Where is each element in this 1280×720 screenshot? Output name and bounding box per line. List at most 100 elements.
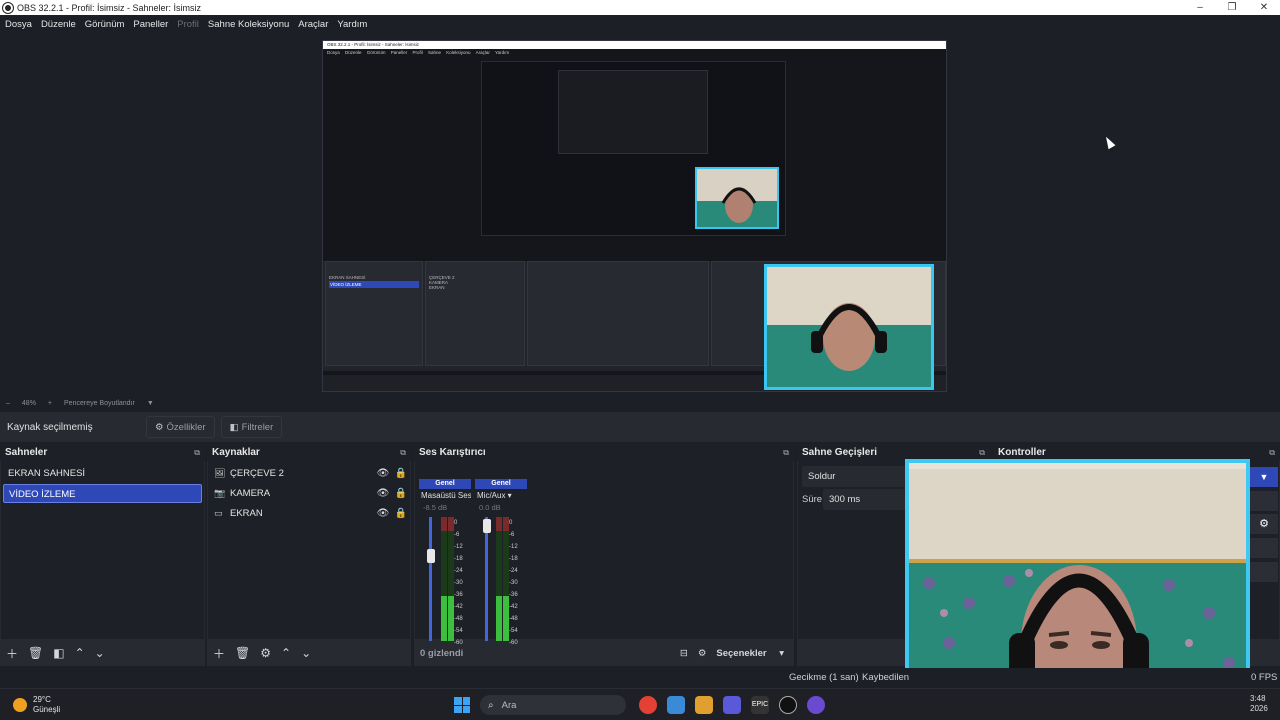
undock-icon[interactable]: ⧉ bbox=[783, 448, 789, 458]
nested-source-3: EKRAN bbox=[429, 285, 445, 290]
dropped-frames-label: Kaybedilen bbox=[862, 672, 910, 683]
taskbar-search[interactable]: ⌕ Ara bbox=[480, 695, 626, 715]
menu-help[interactable]: Yardım bbox=[337, 19, 367, 30]
eye-icon[interactable]: 👁 bbox=[374, 508, 392, 519]
menu-scene-collection[interactable]: Sahne Koleksiyonu bbox=[208, 19, 289, 30]
close-button[interactable]: ✕ bbox=[1248, 2, 1280, 13]
chrome-icon[interactable] bbox=[639, 696, 657, 714]
scene-item-video[interactable]: VİDEO İZLEME bbox=[3, 484, 202, 503]
scenes-list: EKRAN SAHNESİ VİDEO İZLEME bbox=[1, 461, 204, 639]
source-item-cerceve[interactable]: 🖼 ÇERÇEVE 2 👁 🔒 bbox=[208, 463, 410, 483]
system-clock[interactable]: 3:48 2026 bbox=[1250, 694, 1268, 714]
advanced-audio-icon[interactable]: ⚙ bbox=[698, 648, 707, 659]
window-titlebar: OBS 32.2.1 - Profil: İsimsiz - Sahneler:… bbox=[0, 0, 1280, 15]
source-item-kamera[interactable]: 📷 KAMERA 👁 🔒 bbox=[208, 483, 410, 503]
zoom-bar: – 48% + Pencereye Boyutlandır ▼ bbox=[0, 396, 1280, 410]
nested-scenes-panel: EKRAN SAHNESİ VİDEO İZLEME bbox=[325, 261, 423, 366]
lock-icon[interactable]: 🔒 bbox=[392, 488, 410, 499]
zoom-dropdown-icon[interactable]: ▼ bbox=[147, 400, 154, 407]
properties-button[interactable]: ⚙ Özellikler bbox=[146, 416, 215, 438]
delete-source-icon[interactable]: 🗑 bbox=[235, 646, 250, 660]
volume-fader[interactable] bbox=[485, 517, 488, 641]
maximize-button[interactable]: ❐ bbox=[1216, 2, 1248, 13]
hidden-count: 0 gizlendi bbox=[420, 647, 464, 659]
epic-games-icon[interactable]: EPIC bbox=[751, 696, 769, 714]
mixer-title: Ses Karıştırıcı bbox=[419, 447, 486, 458]
source-label: KAMERA bbox=[230, 487, 271, 499]
nested-title: OBS 32.2.1 - Profil: İsimsiz - Sahneler:… bbox=[323, 41, 946, 49]
transition-select[interactable]: Soldur bbox=[802, 466, 910, 487]
source-item-ekran[interactable]: ▭ EKRAN 👁 🔒 bbox=[208, 503, 410, 523]
clock-time: 3:48 bbox=[1250, 694, 1266, 703]
menu-tools[interactable]: Araçlar bbox=[298, 19, 328, 30]
zoom-mode[interactable]: Pencereye Boyutlandır bbox=[64, 400, 135, 407]
filters-button[interactable]: ◧ Filtreler bbox=[220, 416, 283, 438]
add-scene-icon[interactable]: ＋ bbox=[6, 645, 18, 662]
add-source-icon[interactable]: ＋ bbox=[213, 645, 225, 662]
layout-icon[interactable]: ⊟ bbox=[680, 648, 688, 659]
fader-knob[interactable] bbox=[427, 549, 435, 563]
scenes-title: Sahneler bbox=[5, 447, 48, 458]
weather-widget[interactable]: 29°C Güneşli bbox=[13, 695, 60, 715]
teams-icon[interactable] bbox=[723, 696, 741, 714]
nested-menu: Dosya Düzenle Görünüm Paneller Profil Sa… bbox=[327, 50, 510, 55]
move-down-icon[interactable]: ⌄ bbox=[95, 646, 105, 660]
volume-fader[interactable] bbox=[429, 517, 432, 641]
nested-scene-2: VİDEO İZLEME bbox=[329, 281, 419, 288]
move-up-icon[interactable]: ⌃ bbox=[75, 646, 85, 660]
duration-field[interactable]: 300 ms bbox=[823, 489, 913, 510]
delete-scene-icon[interactable]: 🗑 bbox=[28, 646, 43, 660]
start-recording-button[interactable] bbox=[1250, 491, 1278, 511]
obs-taskbar-icon[interactable] bbox=[779, 696, 797, 714]
channel-name[interactable]: Masaüstü Ses ▾ bbox=[419, 491, 471, 500]
duration-label: Süre bbox=[802, 494, 823, 505]
studio-mode-button[interactable] bbox=[1250, 538, 1278, 558]
channel-tab[interactable]: Genel bbox=[475, 479, 527, 489]
eye-icon[interactable]: 👁 bbox=[374, 468, 392, 479]
zoom-out-button[interactable]: – bbox=[6, 400, 10, 407]
menu-edit[interactable]: Düzenle bbox=[41, 19, 76, 30]
fader-knob[interactable] bbox=[483, 519, 491, 533]
scenes-toolbar: ＋ 🗑 ◧ ⌃ ⌄ bbox=[0, 640, 205, 666]
filter-icon: ◧ bbox=[229, 421, 239, 433]
clock-date: 2026 bbox=[1250, 704, 1268, 713]
undock-icon[interactable]: ⧉ bbox=[400, 448, 406, 458]
undock-icon[interactable]: ⧉ bbox=[194, 448, 200, 458]
lock-icon[interactable]: 🔒 bbox=[392, 468, 410, 479]
gear-icon: ⚙ bbox=[155, 421, 164, 433]
move-up-icon[interactable]: ⌃ bbox=[281, 646, 291, 660]
move-down-icon[interactable]: ⌄ bbox=[301, 646, 311, 660]
menu-file[interactable]: Dosya bbox=[5, 19, 32, 30]
minimize-button[interactable]: – bbox=[1184, 2, 1216, 13]
zoom-in-button[interactable]: + bbox=[48, 400, 52, 407]
menu-view[interactable]: Görünüm bbox=[85, 19, 125, 30]
level-meter bbox=[441, 517, 447, 641]
start-streaming-button[interactable]: ▼ bbox=[1250, 467, 1278, 487]
level-meter bbox=[496, 517, 502, 641]
menu-profile[interactable]: Profil bbox=[177, 19, 199, 30]
app-icon[interactable] bbox=[807, 696, 825, 714]
settings-gear-button[interactable]: ⚙ bbox=[1250, 514, 1278, 534]
undock-icon[interactable]: ⧉ bbox=[1269, 448, 1275, 458]
undock-icon[interactable]: ⧉ bbox=[979, 448, 985, 458]
lock-icon[interactable]: 🔒 bbox=[392, 508, 410, 519]
channel-tab[interactable]: Genel bbox=[419, 479, 471, 489]
sources-toolbar: ＋ 🗑 ⚙ ⌃ ⌄ bbox=[207, 640, 411, 666]
start-button-icon[interactable] bbox=[454, 697, 470, 713]
eye-icon[interactable]: 👁 bbox=[374, 488, 392, 499]
menu-docks[interactable]: Paneller bbox=[133, 19, 168, 30]
scene-filter-icon[interactable]: ◧ bbox=[53, 646, 64, 660]
source-properties-icon[interactable]: ⚙ bbox=[260, 646, 271, 660]
options-button[interactable]: Seçenekler ▾ bbox=[716, 648, 784, 659]
channel-name[interactable]: Mic/Aux ▾ bbox=[475, 491, 527, 500]
scenes-header: Sahneler ⧉ bbox=[0, 444, 205, 461]
photos-icon[interactable] bbox=[667, 696, 685, 714]
mixer-body: Genel Masaüstü Ses ▾ -8.5 dB Genel Mic/A… bbox=[415, 461, 793, 646]
media-player-icon[interactable] bbox=[695, 696, 713, 714]
settings-button[interactable] bbox=[1250, 562, 1278, 582]
channel-db: 0.0 dB bbox=[479, 503, 501, 512]
sources-header: Kaynaklar ⧉ bbox=[207, 444, 411, 461]
nested-sources-panel: ÇERÇEVE 2 KAMERA EKRAN bbox=[425, 261, 525, 366]
sun-icon bbox=[13, 698, 27, 712]
scene-item-ekran[interactable]: EKRAN SAHNESİ bbox=[3, 464, 202, 483]
